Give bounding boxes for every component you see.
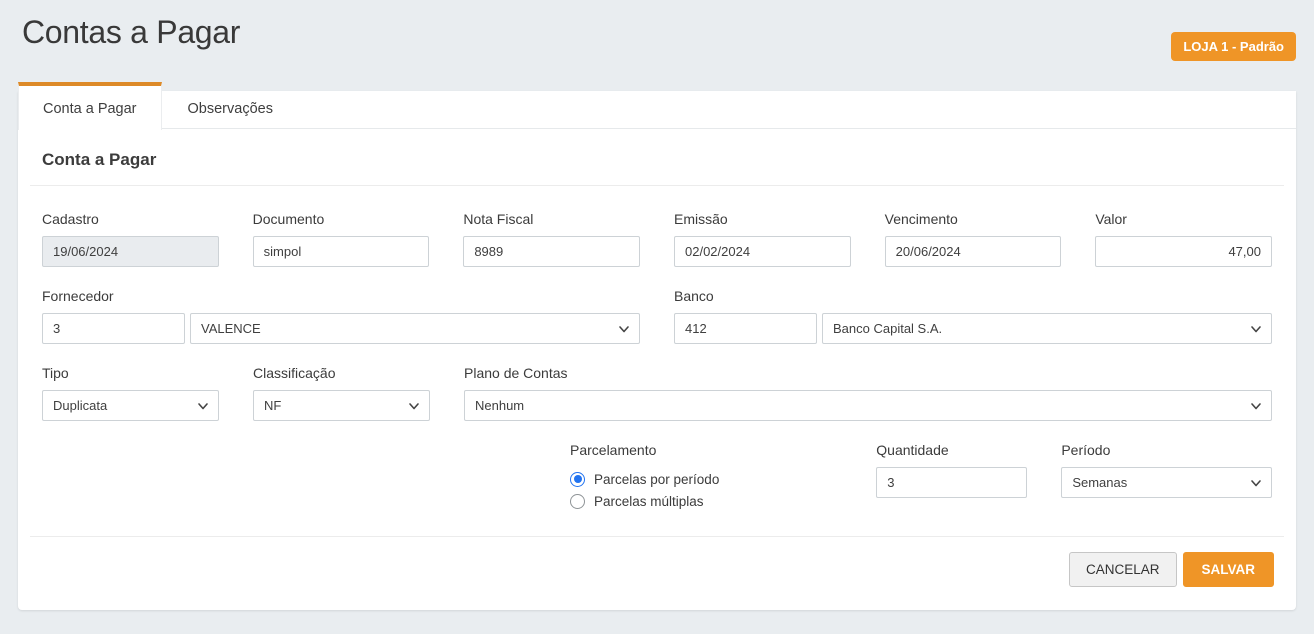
tab-bar: Conta a Pagar Observações bbox=[18, 91, 1296, 129]
quantidade-input[interactable] bbox=[876, 467, 1027, 498]
emissao-input[interactable] bbox=[674, 236, 851, 267]
tipo-select-value: Duplicata bbox=[53, 398, 107, 413]
tab-observacoes[interactable]: Observações bbox=[162, 91, 299, 128]
classificacao-select[interactable]: NF bbox=[253, 390, 430, 421]
field-fornecedor: Fornecedor VALENCE bbox=[42, 288, 640, 344]
form-row-2: Fornecedor VALENCE Banco Banco Capital S… bbox=[42, 288, 1272, 344]
banco-code-input[interactable] bbox=[674, 313, 817, 344]
section-title: Conta a Pagar bbox=[18, 129, 1296, 185]
plano-de-contas-select-value: Nenhum bbox=[475, 398, 524, 413]
chevron-down-icon bbox=[1250, 323, 1262, 335]
form-row-4: Parcelamento Parcelas por período Parcel… bbox=[42, 442, 1272, 512]
vencimento-input[interactable] bbox=[885, 236, 1062, 267]
field-emissao: Emissão bbox=[674, 211, 851, 267]
parcelamento-label: Parcelamento bbox=[570, 442, 848, 458]
tipo-label: Tipo bbox=[42, 365, 219, 381]
cadastro-input bbox=[42, 236, 219, 267]
field-tipo: Tipo Duplicata bbox=[42, 365, 219, 421]
field-vencimento: Vencimento bbox=[885, 211, 1062, 267]
documento-label: Documento bbox=[253, 211, 430, 227]
plano-de-contas-select[interactable]: Nenhum bbox=[464, 390, 1272, 421]
radio-button-unchecked[interactable] bbox=[570, 494, 585, 509]
fornecedor-select[interactable]: VALENCE bbox=[190, 313, 640, 344]
field-parcelamento: Parcelamento Parcelas por período Parcel… bbox=[570, 442, 848, 512]
field-cadastro: Cadastro bbox=[42, 211, 219, 267]
radio-button-checked[interactable] bbox=[570, 472, 585, 487]
field-banco: Banco Banco Capital S.A. bbox=[674, 288, 1272, 344]
main-card: Conta a Pagar Observações Conta a Pagar … bbox=[18, 91, 1296, 610]
form-row-1: Cadastro Documento Nota Fiscal Emissão V… bbox=[42, 211, 1272, 267]
banco-select-value: Banco Capital S.A. bbox=[833, 321, 942, 336]
periodo-label: Período bbox=[1061, 442, 1272, 458]
documento-input[interactable] bbox=[253, 236, 430, 267]
field-valor: Valor bbox=[1095, 211, 1272, 267]
page-title: Contas a Pagar bbox=[0, 0, 1314, 51]
chevron-down-icon bbox=[1250, 477, 1262, 489]
fornecedor-code-input[interactable] bbox=[42, 313, 185, 344]
quantidade-label: Quantidade bbox=[876, 442, 1027, 458]
banco-label: Banco bbox=[674, 288, 1272, 304]
field-documento: Documento bbox=[253, 211, 430, 267]
fornecedor-select-value: VALENCE bbox=[201, 321, 261, 336]
radio-label: Parcelas múltiplas bbox=[594, 494, 704, 509]
periodo-select[interactable]: Semanas bbox=[1061, 467, 1272, 498]
chevron-down-icon bbox=[1250, 400, 1262, 412]
radio-parcelas-multiplas[interactable]: Parcelas múltiplas bbox=[570, 490, 848, 512]
chevron-down-icon bbox=[408, 400, 420, 412]
nota-fiscal-label: Nota Fiscal bbox=[463, 211, 640, 227]
periodo-select-value: Semanas bbox=[1072, 475, 1127, 490]
tab-conta-a-pagar[interactable]: Conta a Pagar bbox=[18, 82, 162, 130]
plano-de-contas-label: Plano de Contas bbox=[464, 365, 1272, 381]
radio-label: Parcelas por período bbox=[594, 472, 719, 487]
nota-fiscal-input[interactable] bbox=[463, 236, 640, 267]
field-classificacao: Classificação NF bbox=[253, 365, 430, 421]
valor-label: Valor bbox=[1095, 211, 1272, 227]
save-button[interactable]: SALVAR bbox=[1183, 552, 1275, 587]
chevron-down-icon bbox=[618, 323, 630, 335]
cancel-button[interactable]: CANCELAR bbox=[1069, 552, 1177, 587]
chevron-down-icon bbox=[197, 400, 209, 412]
field-periodo: Período Semanas bbox=[1061, 442, 1272, 498]
fornecedor-label: Fornecedor bbox=[42, 288, 640, 304]
form-actions: CANCELAR SALVAR bbox=[18, 537, 1296, 587]
valor-input[interactable] bbox=[1095, 236, 1272, 267]
classificacao-select-value: NF bbox=[264, 398, 281, 413]
emissao-label: Emissão bbox=[674, 211, 851, 227]
parcelamento-options: Parcelas por período Parcelas múltiplas bbox=[570, 468, 848, 512]
classificacao-label: Classificação bbox=[253, 365, 430, 381]
cadastro-label: Cadastro bbox=[42, 211, 219, 227]
banco-select[interactable]: Banco Capital S.A. bbox=[822, 313, 1272, 344]
page-header: Contas a Pagar LOJA 1 - Padrão bbox=[0, 0, 1314, 91]
form-row-3: Tipo Duplicata Classificação NF Plano de… bbox=[42, 365, 1272, 421]
tipo-select[interactable]: Duplicata bbox=[42, 390, 219, 421]
field-plano-de-contas: Plano de Contas Nenhum bbox=[464, 365, 1272, 421]
field-nota-fiscal: Nota Fiscal bbox=[463, 211, 640, 267]
store-badge[interactable]: LOJA 1 - Padrão bbox=[1171, 32, 1296, 61]
radio-parcelas-por-periodo[interactable]: Parcelas por período bbox=[570, 468, 848, 490]
vencimento-label: Vencimento bbox=[885, 211, 1062, 227]
field-quantidade: Quantidade bbox=[876, 442, 1027, 498]
conta-a-pagar-form: Cadastro Documento Nota Fiscal Emissão V… bbox=[18, 186, 1296, 512]
